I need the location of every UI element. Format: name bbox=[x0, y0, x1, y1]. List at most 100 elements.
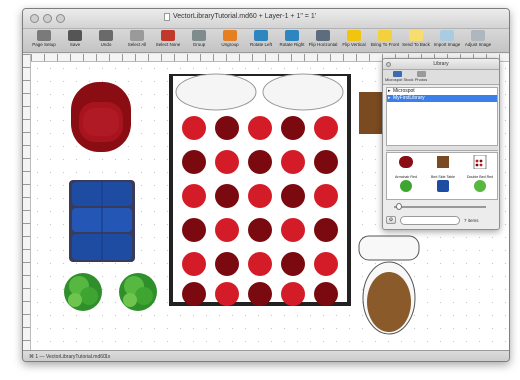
zoom-level[interactable]: 1x bbox=[105, 354, 110, 360]
toilet[interactable] bbox=[358, 235, 420, 335]
window-title: VectorLibraryTutorial.md60 + Layer-1 + 1… bbox=[173, 13, 317, 20]
title-bar: VectorLibraryTutorial.md60 + Layer-1 + 1… bbox=[23, 9, 509, 29]
disclosure-triangle-icon[interactable]: ▸ bbox=[388, 88, 391, 95]
ungroup-icon bbox=[223, 30, 237, 41]
bed-dot bbox=[182, 116, 206, 140]
tree-item-microspot[interactable]: ▸ Microspot bbox=[387, 88, 497, 95]
send-to-back-icon bbox=[409, 30, 423, 41]
undo-icon bbox=[99, 30, 113, 41]
thumbnail-size-slider[interactable] bbox=[386, 202, 498, 212]
flip-horizontal-icon bbox=[316, 30, 330, 41]
search-field[interactable] bbox=[400, 216, 460, 225]
bed-dot bbox=[314, 282, 338, 306]
bed-side-table-thumbnail bbox=[437, 156, 449, 168]
lounge-chair-thumbnail bbox=[437, 180, 449, 192]
toolbar-undo-button[interactable]: Undo bbox=[91, 30, 121, 47]
toolbar-label: Adjust Image bbox=[464, 42, 492, 47]
bring-to-front-icon bbox=[378, 30, 392, 41]
toolbar-label: Rotate Left bbox=[249, 42, 272, 47]
library-item-plant-2[interactable] bbox=[463, 179, 497, 199]
toolbar-label: Group bbox=[192, 42, 206, 47]
bed-dot bbox=[248, 252, 272, 276]
tab-photos[interactable]: Photos bbox=[409, 71, 433, 82]
gear-menu-button[interactable]: ⚙ bbox=[386, 216, 396, 224]
bed-dot bbox=[215, 150, 239, 174]
library-item-plant[interactable] bbox=[389, 179, 423, 199]
toolbar-save-button[interactable]: Save bbox=[60, 30, 90, 47]
bed-dot bbox=[281, 150, 305, 174]
tree-item-myfirstlibrary[interactable]: ▸ MyFirstLibrary bbox=[387, 95, 497, 102]
potted-plant-left[interactable] bbox=[64, 273, 102, 311]
blue-lounge-chair[interactable] bbox=[69, 180, 135, 262]
bed-dot bbox=[281, 252, 305, 276]
toolbar-label: Ungroup bbox=[221, 42, 239, 47]
rotate-left-icon bbox=[254, 30, 268, 41]
bed-dot bbox=[182, 150, 206, 174]
toolbar-select-none-button[interactable]: Select None bbox=[153, 30, 183, 47]
splitter[interactable] bbox=[386, 146, 498, 151]
zoom-window-button[interactable] bbox=[56, 14, 65, 23]
toolbar-flip-vertical-button[interactable]: Flip Vertical bbox=[339, 30, 369, 47]
bed-dot bbox=[182, 252, 206, 276]
group-icon bbox=[192, 30, 206, 41]
toolbar-label: Flip Vertical bbox=[342, 42, 366, 47]
bed-dot bbox=[182, 184, 206, 208]
toolbar-import-image-button[interactable]: Import Image bbox=[432, 30, 462, 47]
potted-plant-right[interactable] bbox=[119, 273, 157, 311]
select-all-icon bbox=[130, 30, 144, 41]
toolbar-label: Bring To Front bbox=[370, 42, 400, 47]
library-item-lounge-chair[interactable] bbox=[426, 179, 460, 199]
toolbar-ungroup-button[interactable]: Ungroup bbox=[215, 30, 245, 47]
toolbar-adjust-image-button[interactable]: Adjust Image bbox=[463, 30, 493, 47]
close-window-button[interactable] bbox=[30, 14, 39, 23]
toolbar-flip-horizontal-button[interactable]: Flip Horizontal bbox=[308, 30, 338, 47]
disclosure-triangle-icon[interactable]: ▸ bbox=[388, 95, 391, 102]
toolbar-label: Undo bbox=[100, 42, 112, 47]
bed-dot bbox=[281, 218, 305, 242]
bed-dot bbox=[215, 252, 239, 276]
bed-dot bbox=[215, 218, 239, 242]
library-item-double-bed-red[interactable]: Double Bed Red bbox=[463, 154, 497, 179]
toolbar-page-setup-button[interactable]: Page Setup bbox=[29, 30, 59, 47]
slider-track bbox=[394, 206, 486, 208]
slider-thumb[interactable] bbox=[396, 203, 402, 210]
toolbar-label: Send To Back bbox=[402, 42, 430, 47]
toolbar-label: Save bbox=[69, 42, 81, 47]
toolbar-bring-to-front-button[interactable]: Bring To Front bbox=[370, 30, 400, 47]
toolbar-send-to-back-button[interactable]: Send To Back bbox=[401, 30, 431, 47]
library-tree: ▸ Microspot ▸ MyFirstLibrary bbox=[386, 87, 498, 146]
toolbar-label: Import Image bbox=[433, 42, 461, 47]
import-image-icon bbox=[440, 30, 454, 41]
bed-dot bbox=[248, 116, 272, 140]
minimize-window-button[interactable] bbox=[43, 14, 52, 23]
bed-dot bbox=[248, 184, 272, 208]
toolbar-rotate-left-button[interactable]: Rotate Left bbox=[246, 30, 276, 47]
toolbar-rotate-right-button[interactable]: Rotate Right bbox=[277, 30, 307, 47]
tab-microspot-stock[interactable]: Microspot Stock bbox=[385, 71, 413, 82]
library-item-armchair-red[interactable]: Armchair Red bbox=[389, 155, 423, 179]
close-library-button[interactable] bbox=[386, 62, 391, 67]
library-tabs: Microspot Stock Photos bbox=[383, 70, 499, 85]
toolbar: Page Setup Save Undo Select All Select None G… bbox=[23, 29, 509, 53]
toolbar-group-button[interactable]: Group bbox=[184, 30, 214, 47]
toolbar-label: Select All bbox=[127, 42, 147, 47]
double-bed-red[interactable] bbox=[169, 73, 351, 306]
toolbar-select-all-button[interactable]: Select All bbox=[122, 30, 152, 47]
bed-dot bbox=[248, 282, 272, 306]
page-setup-icon bbox=[37, 30, 51, 41]
library-item-bed-side-table[interactable]: Bed Side Table bbox=[426, 155, 460, 179]
bed-dot bbox=[182, 282, 206, 306]
bed-dot bbox=[314, 184, 338, 208]
library-title: Library bbox=[433, 61, 449, 67]
bed-dot bbox=[182, 218, 206, 242]
status-text: ⌘ 1 — VectorLibraryTutorial.md60 bbox=[29, 354, 106, 360]
adjust-image-icon bbox=[471, 30, 485, 41]
status-bar: ⌘ 1 — VectorLibraryTutorial.md60 1x bbox=[23, 350, 509, 361]
vertical-ruler bbox=[23, 54, 31, 350]
rotate-right-icon bbox=[285, 30, 299, 41]
flip-vertical-icon bbox=[347, 30, 361, 41]
plant-thumbnail bbox=[400, 180, 412, 192]
bed-dot bbox=[314, 116, 338, 140]
bed-dot bbox=[314, 252, 338, 276]
armchair-red[interactable] bbox=[71, 82, 131, 152]
